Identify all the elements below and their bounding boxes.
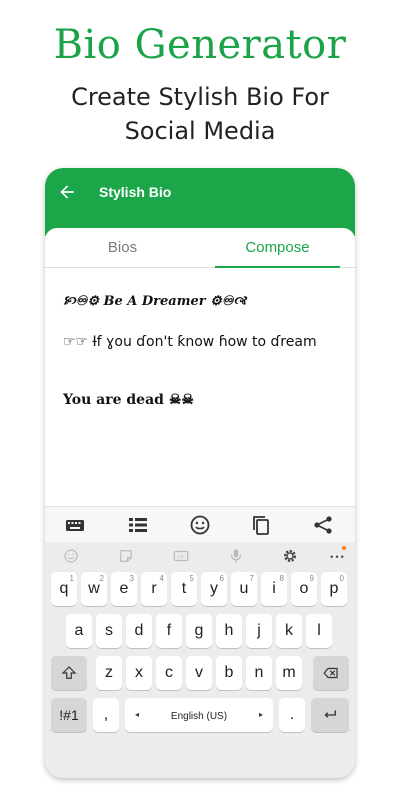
app-bar-title: Stylish Bio: [99, 184, 172, 200]
keyboard-toolbar: GIF: [45, 542, 355, 570]
list-icon[interactable]: [126, 513, 150, 537]
on-screen-keyboard: GIF q1w2e3r4t5y6u7i8o9p0 asdfghjkl zxcvb…: [45, 542, 355, 778]
key-g[interactable]: g: [186, 614, 212, 648]
key-hint: 5: [189, 574, 194, 583]
keyboard-icon[interactable]: [63, 513, 87, 537]
key-label: h: [224, 622, 234, 639]
notification-dot: [342, 546, 346, 550]
key-label: n: [254, 664, 264, 681]
key-hint: 9: [309, 574, 314, 583]
key-p[interactable]: p0: [321, 572, 347, 606]
key-hint: 7: [249, 574, 254, 583]
tab-bar: Bios Compose: [45, 228, 355, 268]
key-label: d: [134, 622, 144, 639]
key-label: e: [119, 580, 129, 597]
key-i[interactable]: i8: [261, 572, 287, 606]
comma-key[interactable]: ,: [93, 698, 119, 732]
key-label: g: [194, 622, 204, 639]
copy-icon[interactable]: [249, 513, 273, 537]
key-label: i: [272, 580, 276, 597]
key-x[interactable]: x: [126, 656, 152, 690]
key-n[interactable]: n: [246, 656, 272, 690]
key-hint: 4: [159, 574, 164, 583]
enter-key[interactable]: [311, 698, 349, 732]
key-label: b: [224, 664, 234, 681]
key-b[interactable]: b: [216, 656, 242, 690]
promo-subtitle-line2: Social Media: [124, 117, 276, 145]
key-label: m: [282, 664, 296, 681]
key-label: s: [105, 622, 113, 639]
key-label: x: [135, 664, 143, 681]
key-k[interactable]: k: [276, 614, 302, 648]
key-z[interactable]: z: [96, 656, 122, 690]
language-right-arrow-icon: ▸: [258, 710, 263, 719]
space-key[interactable]: ◂ English (US) ▸: [125, 698, 273, 732]
emoji-icon[interactable]: [188, 513, 212, 537]
symbols-key[interactable]: !#1: [51, 698, 87, 732]
key-hint: 1: [69, 574, 74, 583]
key-label: u: [239, 580, 249, 597]
key-label: w: [88, 580, 100, 597]
key-t[interactable]: t5: [171, 572, 197, 606]
key-label: z: [105, 664, 113, 681]
tab-indicator: [215, 266, 340, 268]
key-label: j: [257, 622, 261, 639]
key-a[interactable]: a: [66, 614, 92, 648]
key-label: a: [74, 622, 84, 639]
key-hint: 8: [279, 574, 284, 583]
bio-item[interactable]: You are dead ☠☠: [63, 392, 343, 408]
key-label: y: [210, 580, 218, 597]
compose-toolbar: [45, 506, 355, 542]
promo-subtitle-line1: Create Stylish Bio For: [71, 83, 329, 111]
key-hint: 6: [219, 574, 224, 583]
period-key[interactable]: .: [279, 698, 305, 732]
key-label: v: [195, 664, 203, 681]
tab-bios[interactable]: Bios: [45, 228, 200, 268]
gif-icon[interactable]: GIF: [172, 547, 190, 565]
key-label: f: [166, 622, 172, 639]
mic-icon[interactable]: [227, 547, 245, 565]
key-label: k: [285, 622, 293, 639]
key-w[interactable]: w2: [81, 572, 107, 606]
key-o[interactable]: o9: [291, 572, 317, 606]
key-s[interactable]: s: [96, 614, 122, 648]
key-label: q: [59, 580, 69, 597]
key-hint: 2: [99, 574, 104, 583]
key-label: c: [165, 664, 173, 681]
promo-subtitle: Create Stylish Bio For Social Media: [40, 80, 360, 148]
app-bar: Stylish Bio: [45, 168, 355, 236]
space-key-label: English (US): [170, 711, 228, 722]
share-icon[interactable]: [311, 513, 335, 537]
key-label: o: [299, 580, 309, 597]
key-m[interactable]: m: [276, 656, 302, 690]
shift-key[interactable]: [51, 656, 87, 690]
key-q[interactable]: q1: [51, 572, 77, 606]
svg-text:GIF: GIF: [177, 554, 185, 560]
key-c[interactable]: c: [156, 656, 182, 690]
back-arrow-icon[interactable]: [57, 182, 77, 202]
key-label: p: [329, 580, 339, 597]
bio-item[interactable]: 🙡♾⚙ Be A Dreamer ⚙♾🙣: [63, 292, 343, 314]
key-label: l: [317, 622, 321, 639]
key-r[interactable]: r4: [141, 572, 167, 606]
key-h[interactable]: h: [216, 614, 242, 648]
phone-screen: Stylish Bio Bios Compose 🙡♾⚙ Be A Dreame…: [45, 168, 355, 778]
key-v[interactable]: v: [186, 656, 212, 690]
key-hint: 0: [339, 574, 344, 583]
key-f[interactable]: f: [156, 614, 182, 648]
key-j[interactable]: j: [246, 614, 272, 648]
key-u[interactable]: u7: [231, 572, 257, 606]
key-d[interactable]: d: [126, 614, 152, 648]
bio-item[interactable]: ☞☞ Ɨf ɣou ɗon't ƙnow ɦow to ɗream: [63, 332, 343, 352]
key-label: r: [151, 580, 157, 597]
key-e[interactable]: e3: [111, 572, 137, 606]
key-l[interactable]: l: [306, 614, 332, 648]
language-left-arrow-icon: ◂: [135, 710, 140, 719]
promo-title: Bio Generator: [53, 22, 347, 68]
key-hint: 3: [129, 574, 134, 583]
key-label: t: [181, 580, 187, 597]
backspace-key[interactable]: [313, 656, 349, 690]
tab-compose[interactable]: Compose: [215, 228, 340, 268]
key-y[interactable]: y6: [201, 572, 227, 606]
